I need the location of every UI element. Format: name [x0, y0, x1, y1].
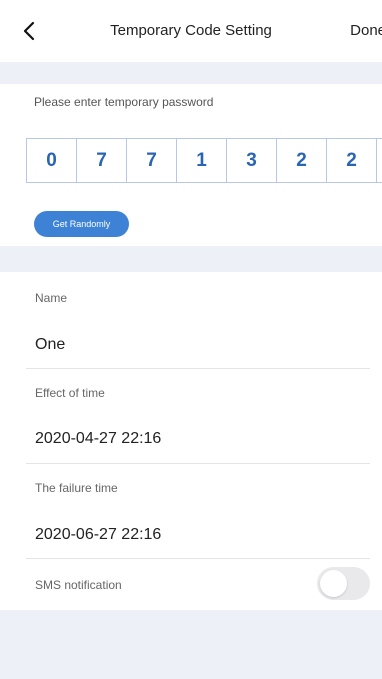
- divider: [26, 558, 370, 559]
- divider: [26, 368, 370, 369]
- effect-time-label: Effect of time: [35, 386, 105, 400]
- done-button[interactable]: Done: [350, 22, 382, 39]
- toggle-knob: [320, 570, 347, 597]
- password-digit-5[interactable]: 3: [227, 139, 277, 182]
- effect-time-field[interactable]: 2020-04-27 22:16: [35, 430, 161, 448]
- failure-time-field[interactable]: 2020-06-27 22:16: [35, 526, 161, 544]
- nav-bar: Temporary Code Setting Done: [0, 0, 382, 62]
- name-field[interactable]: One: [35, 336, 65, 354]
- password-digit-2[interactable]: 7: [77, 139, 127, 182]
- back-button[interactable]: [18, 18, 44, 44]
- password-prompt: Please enter temporary password: [34, 95, 214, 109]
- chevron-left-icon: [23, 21, 35, 41]
- password-digit-4[interactable]: 1: [177, 139, 227, 182]
- password-digit-3[interactable]: 7: [127, 139, 177, 182]
- password-section: Please enter temporary password 0 7 7 1 …: [0, 84, 382, 246]
- temporary-code-screen: Temporary Code Setting Done Please enter…: [0, 0, 382, 679]
- password-digit-boxes[interactable]: 0 7 7 1 3 2 2: [26, 138, 382, 183]
- name-label: Name: [35, 291, 68, 305]
- password-digit-7[interactable]: 2: [327, 139, 377, 182]
- failure-time-label: The failure time: [35, 481, 118, 495]
- sms-notification-toggle[interactable]: [317, 567, 370, 600]
- password-digit-6[interactable]: 2: [277, 139, 327, 182]
- password-digit-1[interactable]: 0: [27, 139, 77, 182]
- get-randomly-button[interactable]: Get Randomly: [34, 211, 129, 237]
- sms-notification-label: SMS notification: [35, 578, 122, 592]
- divider: [26, 463, 370, 464]
- page-title: Temporary Code Setting: [110, 22, 272, 39]
